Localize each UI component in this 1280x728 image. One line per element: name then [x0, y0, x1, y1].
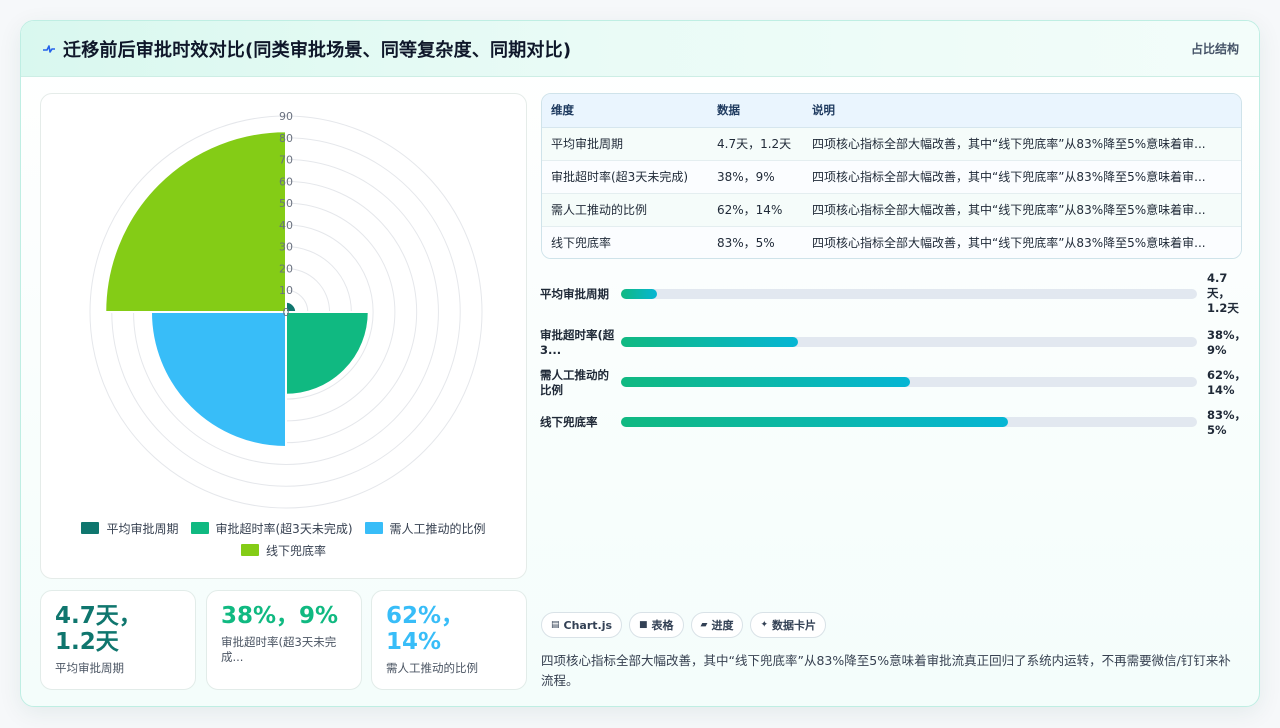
stat-card-1: 4.7天，1.2天 平均审批周期	[40, 590, 196, 690]
progress-label: 平均审批周期	[540, 287, 609, 301]
stat-label: 需人工推动的比例	[386, 661, 478, 675]
column-header: 说明	[803, 94, 1241, 128]
chip-label: 表格	[651, 619, 674, 632]
r-tick-label: 10	[279, 284, 293, 297]
progress-track	[621, 337, 1197, 347]
section-tag: 占比结构	[1190, 42, 1239, 56]
progress-fill	[621, 337, 798, 347]
table-icon: ■	[639, 620, 648, 630]
progress-label: 需人工推动的比例	[540, 368, 609, 397]
page-title: 迁移前后审批时效对比(同类审批场景、同等复杂度、同期对比)	[63, 39, 572, 61]
data-table: 维度 数据 说明 平均审批周期 4.7天，1.2天 四项核心指标全部大幅改善，其…	[541, 93, 1242, 259]
table-cell: 83%，5%	[717, 236, 775, 250]
stat-value: 62%，14%	[386, 603, 465, 655]
chip-progress[interactable]: ▰ 进度	[690, 612, 744, 638]
legend-swatch	[190, 522, 209, 534]
stat-label: 平均审批周期	[55, 661, 124, 675]
table-cell: 四项核心指标全部大幅改善，其中“线下兜底率”从83%降至5%意味着审...	[812, 236, 1206, 250]
legend-item[interactable]: 审批超时率(超3天未完成)	[190, 520, 353, 536]
table-cell: 62%，14%	[717, 203, 783, 217]
table-row: 线下兜底率 83%，5% 四项核心指标全部大幅改善，其中“线下兜底率”从83%降…	[542, 226, 1241, 258]
table-row: 平均审批周期 4.7天，1.2天 四项核心指标全部大幅改善，其中“线下兜底率”从…	[542, 127, 1241, 160]
table-cell: 平均审批周期	[551, 137, 624, 151]
stat-label: 审批超时率(超3天未完成...	[221, 635, 337, 664]
r-tick-label: 20	[279, 262, 293, 275]
column-header: 维度	[542, 94, 708, 128]
progress-value: 4.7天，1.2天	[1207, 271, 1239, 315]
legend-item[interactable]: 需人工推动的比例	[364, 520, 486, 536]
r-tick-label: 60	[279, 175, 293, 188]
stat-value: 38%，9%	[221, 603, 339, 629]
r-tick-label: 80	[279, 132, 293, 145]
table-cell: 38%，9%	[717, 170, 775, 184]
legend-label: 线下兜底率	[265, 543, 326, 558]
legend-label: 需人工推动的比例	[389, 521, 486, 536]
progress-value: 38%，9%	[1207, 328, 1247, 357]
progress-fill	[621, 417, 1009, 427]
table-cell: 审批超时率(超3天未完成)	[551, 170, 688, 184]
table-cell: 4.7天，1.2天	[717, 137, 792, 151]
table-cell: 四项核心指标全部大幅改善，其中“线下兜底率”从83%降至5%意味着审...	[812, 203, 1206, 217]
chip-label: 数据卡片	[772, 619, 817, 632]
comparison-card: 迁移前后审批时效对比(同类审批场景、同等复杂度、同期对比) 占比结构 0 10 20…	[20, 20, 1260, 707]
progress-fill	[621, 377, 910, 387]
r-tick-label: 90	[279, 110, 293, 123]
legend-swatch	[240, 544, 259, 556]
chip-label: Chart.js	[563, 618, 613, 632]
summary-note: 四项核心指标全部大幅改善，其中“线下兜底率”从83%降至5%意味着审批流真正回归…	[541, 653, 1231, 688]
legend-item[interactable]: 线下兜底率	[240, 542, 326, 558]
chip-table[interactable]: ■ 表格	[629, 612, 684, 638]
stat-value: 4.7天，1.2天	[55, 603, 142, 655]
r-tick-label: 50	[279, 197, 293, 210]
legend-swatch	[81, 522, 100, 534]
legend-label: 审批超时率(超3天未完成)	[215, 521, 353, 536]
r-tick-label: 40	[279, 219, 293, 232]
progress-track	[621, 289, 1197, 299]
chip-data-card[interactable]: ✦ 数据卡片	[750, 612, 827, 638]
polar-slice[interactable]	[149, 311, 287, 449]
table-row: 需人工推动的比例 62%，14% 四项核心指标全部大幅改善，其中“线下兜底率”从…	[542, 193, 1241, 226]
progress-label: 审批超时率(超3...	[540, 328, 615, 357]
legend-item[interactable]: 平均审批周期	[81, 520, 179, 536]
table-cell: 需人工推动的比例	[551, 203, 648, 217]
card-icon: ✦	[760, 620, 769, 630]
tech-chips: ▤ Chart.js ■ 表格 ▰ 进度 ✦ 数据卡片	[541, 612, 827, 638]
polar-chart-panel: 0 10 20 30 40 50 60 70 80 90 平均审批周期 审批超时率(超3天未完成) 需…	[40, 93, 527, 579]
legend-swatch	[364, 522, 383, 534]
progress-fill	[621, 289, 657, 299]
pulse-icon	[41, 41, 57, 57]
progress-value: 83%，5%	[1207, 408, 1247, 437]
legend-label: 平均审批周期	[106, 521, 179, 536]
r-tick-label: 70	[279, 154, 293, 167]
table-cell: 线下兜底率	[551, 236, 612, 250]
polar-slice[interactable]	[285, 311, 370, 396]
stat-card-3: 62%，14% 需人工推动的比例	[371, 590, 527, 690]
stat-card-2: 38%，9% 审批超时率(超3天未完成...	[206, 590, 362, 690]
r-tick-label: 30	[279, 241, 293, 254]
r-tick-label: 0	[283, 306, 290, 319]
column-header: 数据	[708, 94, 803, 128]
table-header-row: 维度 数据 说明	[542, 94, 1241, 128]
polar-area-chart[interactable]: 0 10 20 30 40 50 60 70 80 90	[41, 94, 528, 514]
chart-icon: ▤	[551, 620, 560, 630]
polar-slice[interactable]	[104, 130, 287, 313]
progress-icon: ▰	[700, 620, 708, 630]
table-row: 审批超时率(超3天未完成) 38%，9% 四项核心指标全部大幅改善，其中“线下兜…	[542, 160, 1241, 193]
card-header: 迁移前后审批时效对比(同类审批场景、同等复杂度、同期对比) 占比结构	[21, 21, 1259, 77]
table-cell: 四项核心指标全部大幅改善，其中“线下兜底率”从83%降至5%意味着审...	[812, 170, 1206, 184]
progress-label: 线下兜底率	[540, 415, 598, 429]
progress-track	[621, 377, 1197, 387]
progress-track	[621, 417, 1197, 427]
chip-label: 进度	[711, 619, 734, 632]
chart-legend: 平均审批周期 审批超时率(超3天未完成) 需人工推动的比例线下兜底率	[41, 520, 526, 558]
progress-value: 62%，14%	[1207, 368, 1247, 397]
chip-chartjs[interactable]: ▤ Chart.js	[541, 612, 623, 638]
table-cell: 四项核心指标全部大幅改善，其中“线下兜底率”从83%降至5%意味着审...	[812, 137, 1206, 151]
